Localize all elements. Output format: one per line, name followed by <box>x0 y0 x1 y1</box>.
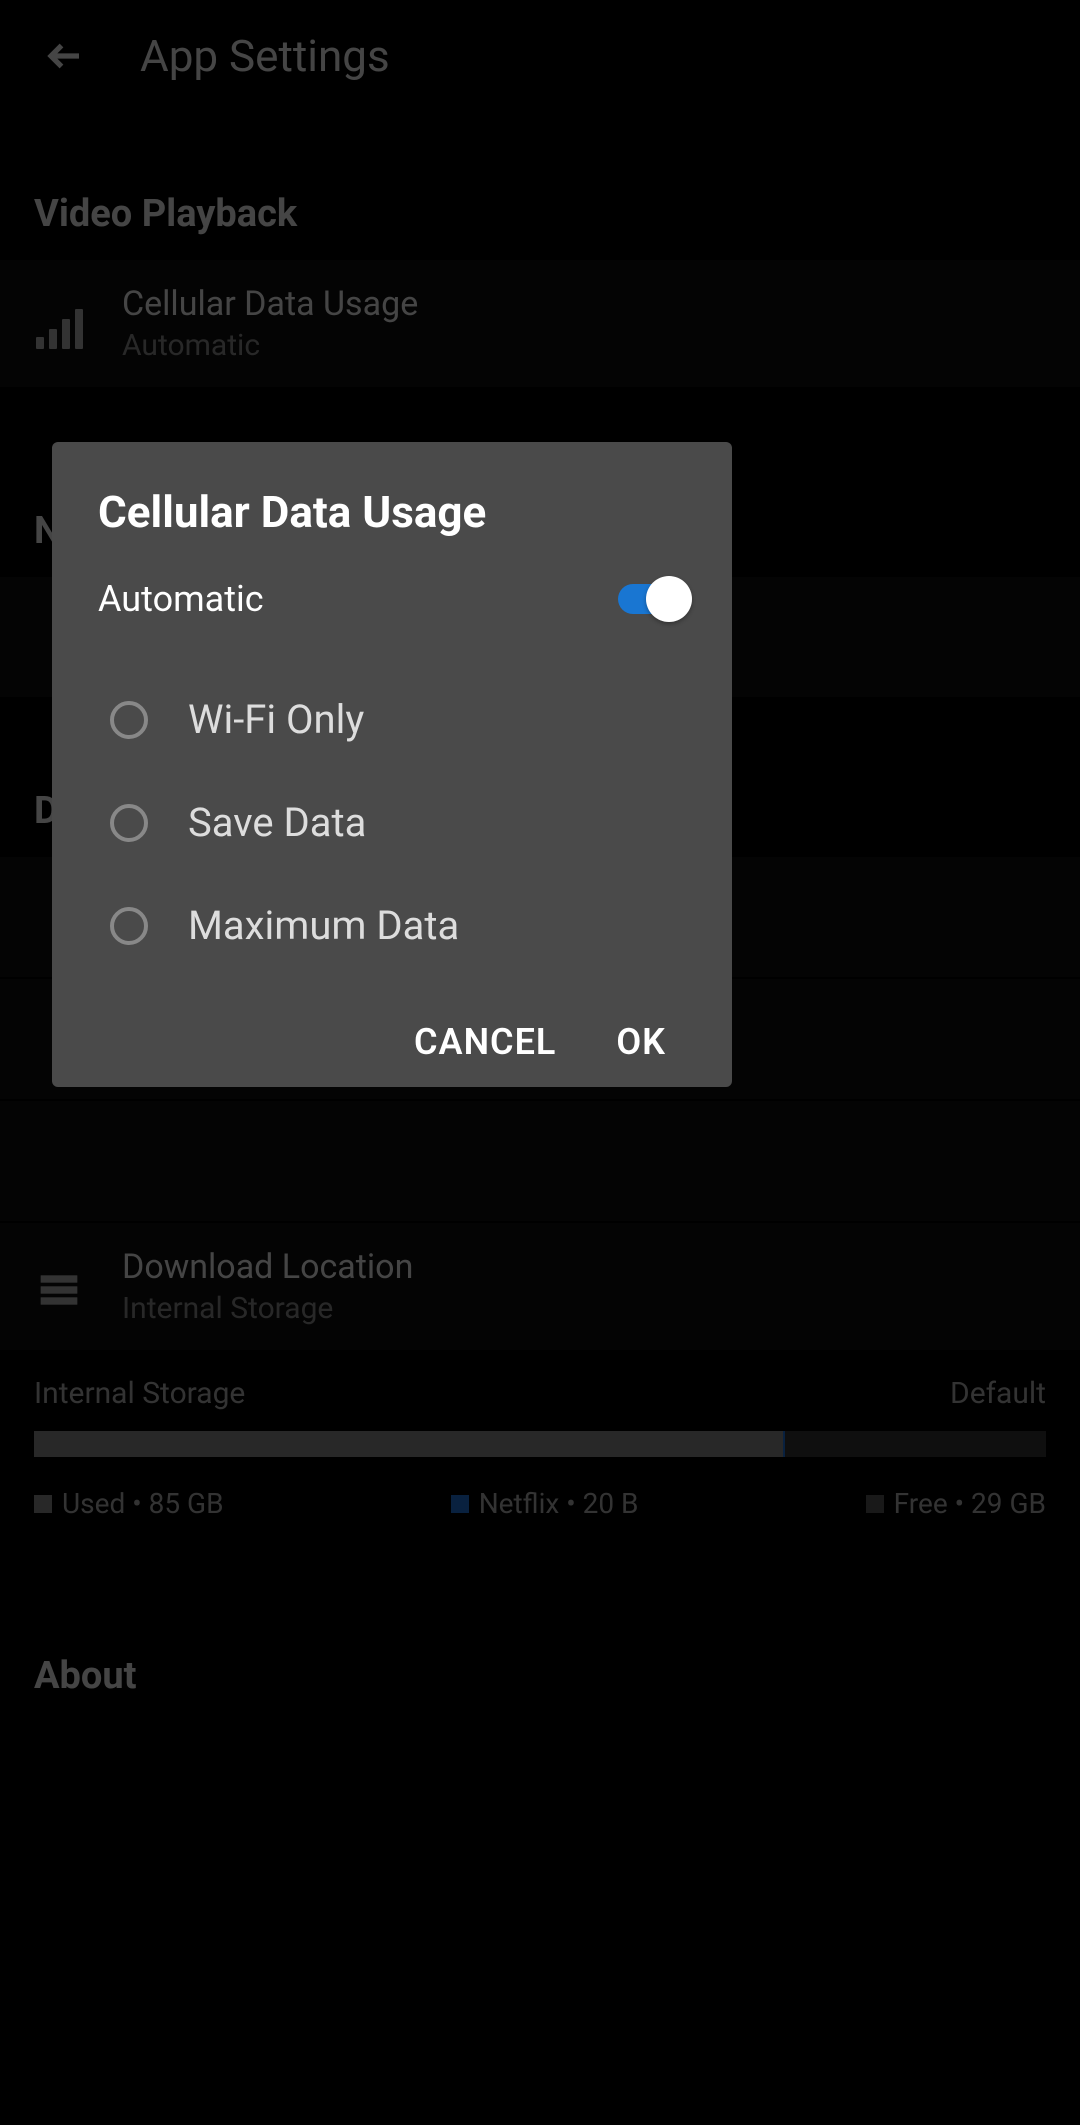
option-maximum-data[interactable]: Maximum Data <box>98 874 686 977</box>
cancel-button[interactable]: CANCEL <box>414 1021 556 1063</box>
option-save-data[interactable]: Save Data <box>98 771 686 874</box>
automatic-label: Automatic <box>98 578 264 620</box>
radio-icon <box>110 804 148 842</box>
toggle-thumb <box>646 576 692 622</box>
automatic-toggle-row[interactable]: Automatic <box>98 578 686 620</box>
radio-icon <box>110 701 148 739</box>
cellular-data-dialog: Cellular Data Usage Automatic Wi-Fi Only… <box>52 442 732 1087</box>
radio-icon <box>110 907 148 945</box>
dialog-title: Cellular Data Usage <box>98 486 686 538</box>
radio-label: Wi-Fi Only <box>188 696 364 743</box>
radio-label: Maximum Data <box>188 902 459 949</box>
automatic-toggle[interactable] <box>618 584 686 614</box>
radio-label: Save Data <box>188 799 366 846</box>
option-wifi-only[interactable]: Wi-Fi Only <box>98 668 686 771</box>
ok-button[interactable]: OK <box>616 1021 666 1063</box>
dialog-actions: CANCEL OK <box>98 1021 686 1063</box>
